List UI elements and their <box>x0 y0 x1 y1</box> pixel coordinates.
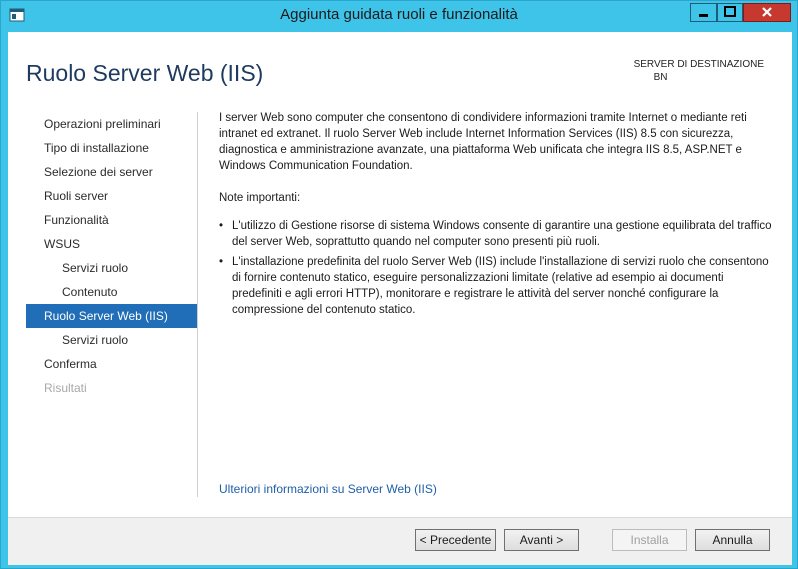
destination-server-name: BN <box>653 72 668 83</box>
nav-item-ruoli-server[interactable]: Ruoli server <box>26 184 197 208</box>
maximize-icon <box>724 6 736 17</box>
intro-text: I server Web sono computer che consenton… <box>219 112 747 172</box>
nav-item-wsus[interactable]: WSUS <box>26 232 197 256</box>
previous-button[interactable]: < Precedente <box>415 529 496 551</box>
notes-title: Note importanti: <box>219 192 301 204</box>
nav-divider <box>197 112 198 497</box>
role-description: I server Web sono computer che consenton… <box>219 110 774 322</box>
close-button[interactable] <box>743 3 791 22</box>
list-item: L'utilizzo di Gestione risorse di sistem… <box>219 218 774 250</box>
nav-item-funzionalita[interactable]: Funzionalità <box>26 208 197 232</box>
nav-item-tipo-installazione[interactable]: Tipo di installazione <box>26 136 197 160</box>
nav-item-risultati: Risultati <box>44 381 87 395</box>
window-title: Aggiunta guidata ruoli e funzionalità <box>280 6 518 23</box>
maximize-button[interactable] <box>717 3 743 22</box>
page-title: Ruolo Server Web (IIS) <box>26 60 264 86</box>
install-button: Installa <box>612 529 687 551</box>
minimize-icon <box>699 14 708 17</box>
wizard-client-area: Ruolo Server Web (IIS) SERVER DI DESTINA… <box>8 32 792 565</box>
cancel-button[interactable]: Annulla <box>695 529 770 551</box>
nav-item-conferma[interactable]: Conferma <box>26 352 197 376</box>
destination-server-info: SERVER DI DESTINAZIONE BN <box>634 58 764 84</box>
nav-item-server-web-iis[interactable]: Ruolo Server Web (IIS) <box>26 304 197 328</box>
nav-item-wsus-servizi-ruolo[interactable]: Servizi ruolo <box>26 256 197 280</box>
wizard-nav: Operazioni preliminari Tipo di installaz… <box>26 112 197 400</box>
more-info-link[interactable]: Ulteriori informazioni su Server Web (II… <box>219 482 437 496</box>
notes-list: L'utilizzo di Gestione risorse di sistem… <box>219 218 774 318</box>
next-button[interactable]: Avanti > <box>504 529 579 551</box>
title-bar[interactable]: Aggiunta guidata ruoli e funzionalità <box>1 1 797 32</box>
destination-label: SERVER DI DESTINAZIONE <box>633 59 764 70</box>
minimize-button[interactable] <box>690 3 717 22</box>
close-icon <box>762 7 772 17</box>
wizard-window: Aggiunta guidata ruoli e funzionalità Ru… <box>0 0 798 569</box>
list-item: L'installazione predefinita del ruolo Se… <box>219 254 774 318</box>
nav-item-iis-servizi-ruolo[interactable]: Servizi ruolo <box>26 328 197 352</box>
nav-item-selezione-server[interactable]: Selezione dei server <box>26 160 197 184</box>
nav-item-operazioni-preliminari[interactable]: Operazioni preliminari <box>26 112 197 136</box>
wizard-footer: < Precedente Avanti > Installa Annulla <box>8 517 792 565</box>
nav-item-contenuto[interactable]: Contenuto <box>26 280 197 304</box>
